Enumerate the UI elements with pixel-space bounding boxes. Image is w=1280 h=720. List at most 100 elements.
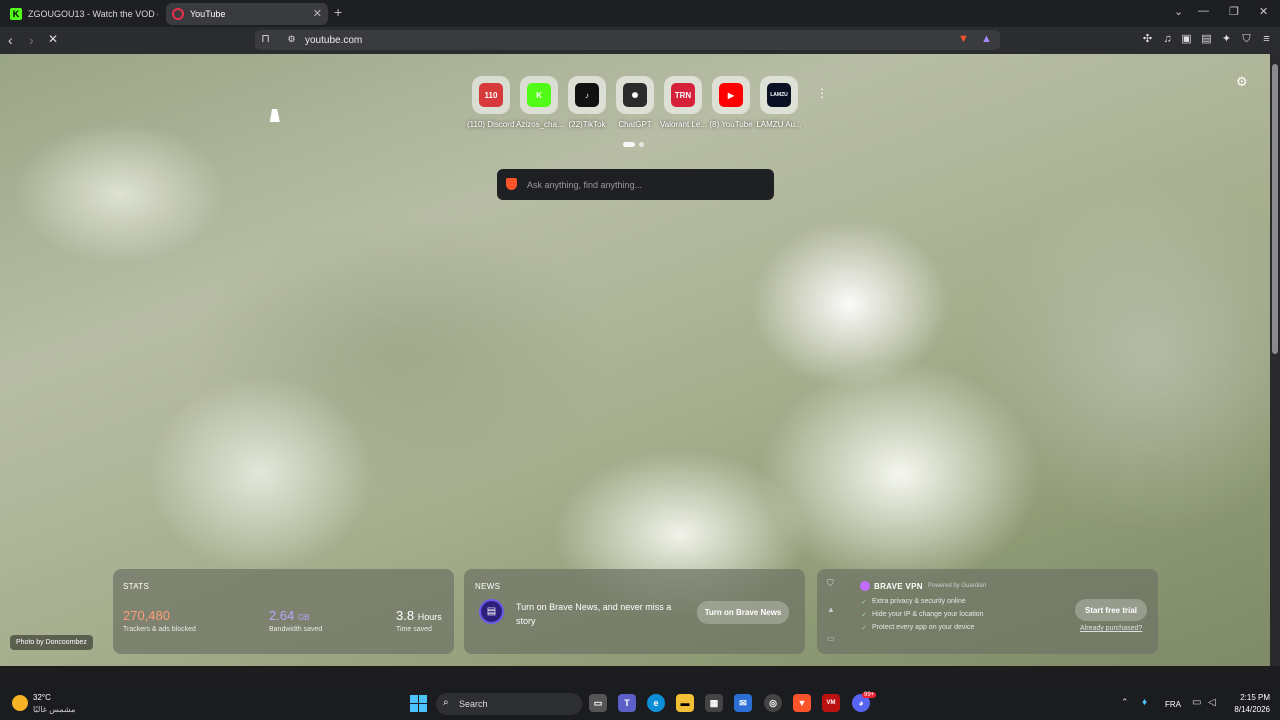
tray-chevron-icon[interactable]: ⌃ — [1121, 697, 1129, 708]
language-indicator[interactable]: FRA — [1165, 700, 1181, 709]
site-info-icon[interactable]: ⚙ — [285, 33, 298, 46]
weather-desc[interactable]: مشمس غالبًا — [33, 705, 75, 714]
forward-icon[interactable]: › — [29, 32, 34, 48]
media-icon[interactable]: ♫ — [1161, 33, 1174, 46]
microphone-icon[interactable]: ♦ — [1142, 697, 1147, 708]
top-site-tile[interactable]: ✺ — [616, 76, 654, 114]
brave-logo-icon — [506, 178, 517, 190]
file-explorer-icon[interactable]: ▬ — [676, 694, 694, 712]
photo-credit[interactable]: Photo by Doncoombez — [10, 635, 93, 650]
top-site-tile[interactable]: 110 — [472, 76, 510, 114]
tab-title: YouTube — [190, 9, 226, 19]
sidebar-icon[interactable]: ▣ — [1180, 33, 1193, 46]
windows-taskbar — [0, 688, 1280, 720]
page-dot[interactable] — [639, 142, 644, 147]
window-bottom-bar — [0, 666, 1280, 688]
vpn-feature: Extra privacy & security online — [872, 598, 966, 605]
top-site-tile[interactable]: K — [520, 76, 558, 114]
teams-icon[interactable]: T — [618, 694, 636, 712]
top-site-label[interactable]: ChatGPT — [612, 120, 658, 129]
top-site-label[interactable]: Azizos_cha... — [516, 120, 564, 129]
top-site-favicon-icon: TRN — [671, 83, 695, 107]
turn-on-news-button[interactable]: Turn on Brave News — [697, 601, 789, 624]
tab-kick-vod[interactable]: K ZGOUGOU13 - Watch the VOD on Ki — [4, 3, 164, 25]
search-input[interactable]: Ask anything, find anything... — [527, 180, 642, 190]
brave-rewards-icon[interactable]: ▲ — [980, 33, 993, 46]
vpn-icon[interactable]: ⛉ — [1240, 33, 1253, 46]
weather-temp[interactable]: 32°C — [33, 693, 51, 702]
url-text[interactable]: youtube.com — [305, 35, 362, 46]
brave-taskbar-icon[interactable]: ▼ — [793, 694, 811, 712]
top-site-label[interactable]: (22)TikTok — [564, 120, 610, 129]
top-site-favicon-icon: K — [527, 83, 551, 107]
wallet-icon[interactable]: ▤ — [1200, 33, 1213, 46]
bandwidth-number: 2.64 — [269, 608, 295, 623]
settings-gear-icon[interactable]: ⚙ — [1236, 74, 1248, 90]
top-site-label[interactable]: (8) YouTube — [708, 120, 754, 129]
clock-time[interactable]: 2:15 PM — [1230, 693, 1270, 702]
page-dot-active[interactable] — [623, 142, 635, 147]
network-icon[interactable]: ▭ — [1192, 697, 1201, 708]
start-free-trial-button[interactable]: Start free trial — [1075, 599, 1147, 621]
weather-sun-icon[interactable] — [12, 695, 28, 711]
windows-start-icon[interactable] — [410, 695, 427, 712]
vpn-powered-by: Powered by Guardian — [928, 583, 986, 589]
close-tab-icon[interactable]: ✕ — [313, 7, 322, 20]
vpn-feature: Protect every app on your device — [872, 624, 975, 631]
top-sites-more-icon[interactable]: ⋮ — [816, 86, 828, 100]
top-site-tile[interactable]: TRN — [664, 76, 702, 114]
store-icon[interactable]: ▦ — [705, 694, 723, 712]
address-bar[interactable] — [255, 30, 1000, 50]
check-icon: ✓ — [861, 612, 867, 619]
loading-spinner-icon — [172, 8, 184, 20]
task-view-icon[interactable]: ▭ — [589, 694, 607, 712]
tab-title: ZGOUGOU13 - Watch the VOD on Ki — [28, 9, 158, 19]
scrollbar-thumb[interactable] — [1272, 64, 1278, 354]
edge-icon[interactable]: e — [647, 694, 665, 712]
top-site-favicon-icon: ✺ — [623, 83, 647, 107]
clock-date[interactable]: 8/14/2026 — [1222, 705, 1270, 714]
mail-icon[interactable]: ✉ — [734, 694, 752, 712]
new-tab-button[interactable]: + — [334, 4, 342, 20]
taskbar-search[interactable] — [436, 693, 582, 715]
check-icon: ✓ — [861, 599, 867, 606]
voicemod-icon[interactable]: VM — [822, 694, 840, 712]
extensions-icon[interactable]: ✣ — [1141, 33, 1154, 46]
stats-heading: STATS — [123, 582, 150, 591]
top-site-label[interactable]: LAMZU Au... — [756, 120, 802, 129]
top-site-label[interactable]: (110) Discord — [467, 120, 514, 129]
vpn-location-icon: ▲ — [827, 605, 835, 614]
time-unit: Hours — [417, 612, 442, 622]
vpn-logo-icon — [860, 581, 870, 591]
minimize-button[interactable]: — — [1198, 5, 1209, 17]
top-site-label[interactable]: Valorant Le... — [660, 120, 707, 129]
volume-icon[interactable]: ◁ — [1208, 697, 1216, 708]
top-site-tile[interactable]: ▶ — [712, 76, 750, 114]
news-text: Turn on Brave News, and never miss a sto… — [516, 602, 672, 626]
already-purchased-link[interactable]: Already purchased? — [1080, 625, 1142, 632]
stop-loading-icon[interactable]: ✕ — [48, 32, 58, 46]
top-site-favicon-icon: 110 — [479, 83, 503, 107]
powered-by-label: Powered by — [928, 583, 960, 589]
tab-youtube[interactable]: YouTube ✕ — [166, 3, 328, 25]
leo-ai-icon[interactable]: ✦ — [1220, 33, 1233, 46]
brave-shields-icon[interactable]: ▼ — [957, 33, 970, 46]
vpn-feature: Hide your IP & change your location — [872, 611, 984, 618]
menu-icon[interactable]: ≡ — [1260, 33, 1273, 46]
tab-list-button[interactable]: ⌄ — [1174, 5, 1183, 18]
top-site-tile[interactable]: ♪ — [568, 76, 606, 114]
discord-badge: 99+ — [862, 692, 877, 698]
chrome-icon[interactable]: ◎ — [764, 694, 782, 712]
time-label: Time saved — [396, 626, 432, 633]
close-window-button[interactable]: ✕ — [1259, 5, 1268, 18]
restore-button[interactable]: ❐ — [1229, 5, 1239, 18]
back-icon[interactable]: ‹ — [8, 32, 13, 48]
news-heading: NEWS — [475, 582, 501, 591]
top-site-tile[interactable]: LAMZU — [760, 76, 798, 114]
time-number: 3.8 — [396, 608, 415, 623]
check-icon: ✓ — [861, 625, 867, 632]
vpn-shield-icon: ⛉ — [827, 578, 834, 588]
bookmark-icon[interactable]: ⊓ — [259, 33, 272, 46]
kick-icon: K — [10, 8, 22, 20]
trackers-value: 270,480 — [123, 608, 170, 623]
